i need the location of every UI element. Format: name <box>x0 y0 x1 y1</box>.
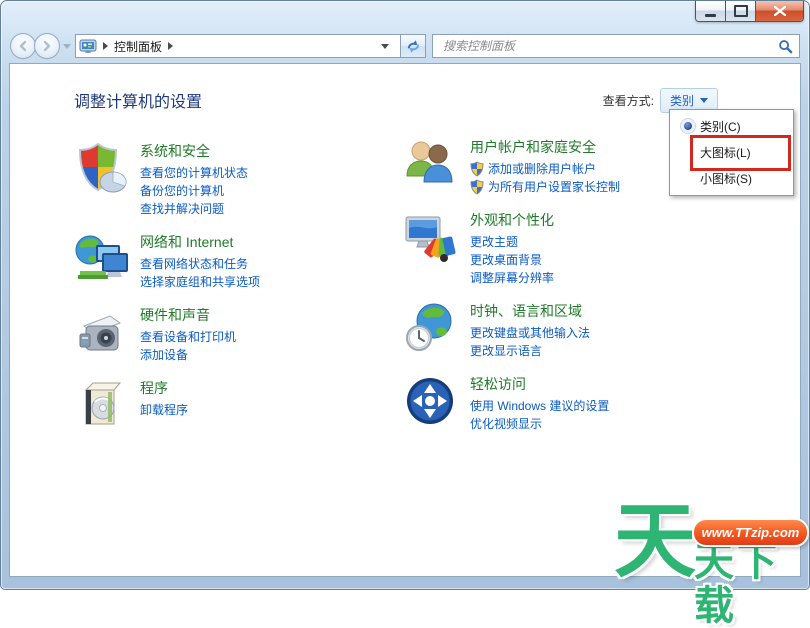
task-link[interactable]: 查看设备和打印机 <box>140 328 236 346</box>
task-link[interactable]: 备份您的计算机 <box>140 182 248 200</box>
task-link-label: 为所有用户设置家长控制 <box>488 178 620 196</box>
view-by-value: 类别 <box>670 92 694 109</box>
category-title-appearance[interactable]: 外观和个性化 <box>470 210 554 230</box>
security-shield-icon <box>72 140 128 196</box>
minimize-icon <box>705 14 716 17</box>
category-title-network-internet[interactable]: 网络和 Internet <box>140 232 260 252</box>
task-link[interactable]: 添加或删除用户帐户 <box>470 160 620 178</box>
category-hardware-sound: 硬件和声音 查看设备和打印机 添加设备 <box>72 304 402 364</box>
menu-item-label: 大图标(L) <box>700 144 751 161</box>
control-panel-icon <box>79 39 97 54</box>
minimize-button[interactable] <box>696 1 725 21</box>
maximize-icon <box>734 5 748 17</box>
close-icon <box>774 6 786 16</box>
menu-item-category[interactable]: 类别(C) <box>670 113 793 139</box>
appearance-monitor-icon <box>402 209 458 265</box>
task-link[interactable]: 添加设备 <box>140 346 236 364</box>
watermark-text: 天下载 <box>694 540 810 628</box>
page-title: 调整计算机的设置 <box>74 88 202 112</box>
forward-button[interactable] <box>34 33 60 59</box>
menu-gutter <box>676 122 700 130</box>
view-by-label: 查看方式: <box>603 92 654 109</box>
task-link[interactable]: 更改桌面背景 <box>470 251 554 269</box>
task-link[interactable]: 卸载程序 <box>140 401 188 419</box>
back-button[interactable] <box>10 33 36 59</box>
uac-shield-icon <box>470 161 484 177</box>
task-link[interactable]: 查找并解决问题 <box>140 200 248 218</box>
chevron-down-icon <box>700 98 708 103</box>
recent-pages-button[interactable] <box>63 44 71 49</box>
menu-item-label: 小图标(S) <box>700 170 752 187</box>
category-ease-of-access: 轻松访问 使用 Windows 建议的设置 优化视频显示 <box>402 373 772 433</box>
printer-sound-icon <box>72 304 128 360</box>
uac-shield-icon <box>470 179 484 195</box>
navigation-bar: 控制面板 <box>1 33 809 59</box>
category-appearance: 外观和个性化 更改主题 更改桌面背景 调整屏幕分辨率 <box>402 209 772 287</box>
close-button[interactable] <box>755 1 803 21</box>
category-clock-language: 时钟、语言和区域 更改键盘或其他输入法 更改显示语言 <box>402 300 772 360</box>
selected-radio-icon <box>684 122 692 130</box>
menu-item-large-icons[interactable]: 大图标(L) <box>670 139 793 165</box>
category-network-internet: 网络和 Internet 查看网络状态和任务 选择家庭组和共享选项 <box>72 231 402 291</box>
menu-item-label: 类别(C) <box>700 118 741 135</box>
task-link[interactable]: 更改显示语言 <box>470 342 590 360</box>
user-accounts-icon <box>402 136 458 192</box>
category-title-hardware-sound[interactable]: 硬件和声音 <box>140 305 236 325</box>
ease-of-access-icon <box>402 373 458 429</box>
category-title-user-accounts[interactable]: 用户帐户和家庭安全 <box>470 137 620 157</box>
task-link[interactable]: 查看您的计算机状态 <box>140 164 248 182</box>
view-by-menu: 类别(C) 大图标(L) 小图标(S) <box>669 109 794 196</box>
task-link[interactable]: 更改主题 <box>470 233 554 251</box>
address-bar[interactable]: 控制面板 <box>75 34 401 58</box>
menu-item-small-icons[interactable]: 小图标(S) <box>670 165 793 191</box>
clock-language-region-icon <box>402 300 458 356</box>
category-programs: 程序 卸载程序 <box>72 377 402 433</box>
refresh-button[interactable] <box>401 34 426 58</box>
forward-arrow-icon <box>41 40 53 52</box>
breadcrumb-chevron-icon[interactable] <box>103 42 108 50</box>
task-link[interactable]: 选择家庭组和共享选项 <box>140 273 260 291</box>
window-controls <box>695 1 804 22</box>
breadcrumb-control-panel[interactable]: 控制面板 <box>114 38 162 55</box>
category-title-programs[interactable]: 程序 <box>140 378 188 398</box>
network-globe-icon <box>72 231 128 287</box>
breadcrumb-chevron-icon[interactable] <box>168 42 173 50</box>
watermark-logo: 天 <box>614 500 696 584</box>
category-title-ease-of-access[interactable]: 轻松访问 <box>470 374 609 394</box>
task-link-label: 添加或删除用户帐户 <box>488 160 596 178</box>
watermark-badge: www.TTzip.com <box>692 518 809 547</box>
category-title-clock-language[interactable]: 时钟、语言和区域 <box>470 301 590 321</box>
task-link[interactable]: 更改键盘或其他输入法 <box>470 324 590 342</box>
address-dropdown-icon[interactable] <box>381 44 389 49</box>
task-link[interactable]: 调整屏幕分辨率 <box>470 269 554 287</box>
category-column-left: 系统和安全 查看您的计算机状态 备份您的计算机 查找并解决问题 <box>72 140 402 446</box>
search-input[interactable] <box>441 38 778 54</box>
task-link[interactable]: 为所有用户设置家长控制 <box>470 178 620 196</box>
category-title-system-security[interactable]: 系统和安全 <box>140 141 248 161</box>
back-arrow-icon <box>17 40 29 52</box>
task-link[interactable]: 查看网络状态和任务 <box>140 255 260 273</box>
refresh-icon <box>406 39 421 54</box>
category-system-security: 系统和安全 查看您的计算机状态 备份您的计算机 查找并解决问题 <box>72 140 402 218</box>
search-box <box>432 34 800 58</box>
search-icon[interactable] <box>778 39 793 54</box>
maximize-button[interactable] <box>725 1 755 21</box>
program-box-icon <box>72 377 128 433</box>
task-link[interactable]: 使用 Windows 建议的设置 <box>470 397 609 415</box>
task-link[interactable]: 优化视频显示 <box>470 415 609 433</box>
